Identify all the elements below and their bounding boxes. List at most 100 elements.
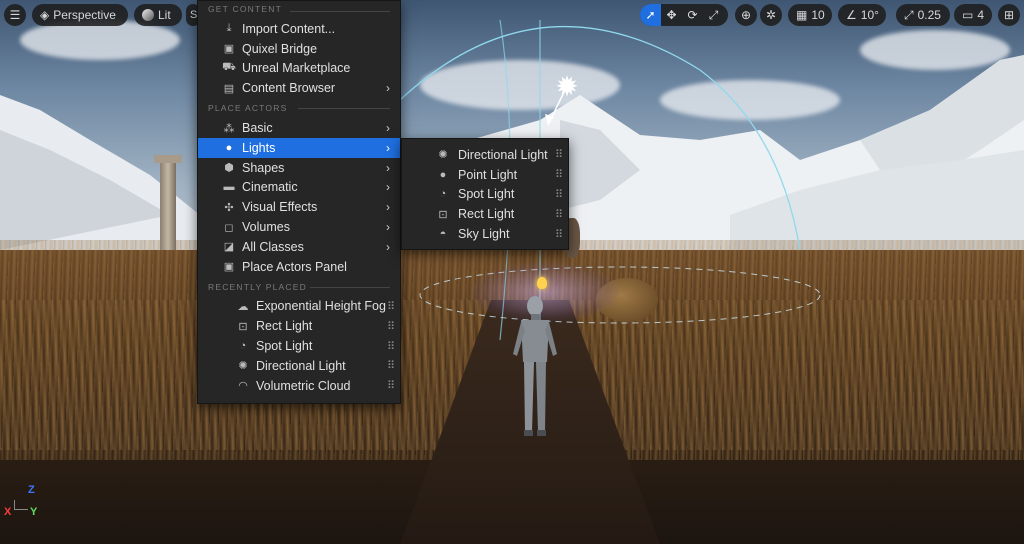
axis-indicator: Z X Y <box>4 484 44 524</box>
menu-item-cinematic[interactable]: ▬ Cinematic › <box>198 178 400 198</box>
directional-light-icon: ✺ <box>238 360 248 373</box>
angle-icon: ∠ <box>846 8 857 22</box>
x-axis-label: X <box>4 506 12 518</box>
drag-handle-icon[interactable]: ⠿ <box>555 168 563 181</box>
viewport-layout-button[interactable]: ⊞ <box>998 4 1020 26</box>
menu-item-label: Spot Light <box>458 187 515 202</box>
camera-speed-value: 4 <box>977 8 985 22</box>
menu-item-place-actors-panel[interactable]: ▣ Place Actors Panel <box>198 257 400 277</box>
menu-item-visual-effects[interactable]: ✣ Visual Effects › <box>198 197 400 217</box>
light-bulb-icon: ● <box>225 141 233 154</box>
menu-item-volumes[interactable]: ◻ Volumes › <box>198 217 400 237</box>
recent-item-spot-light[interactable]: ◔ Spot Light ⠿ <box>198 336 400 356</box>
lighting-mode-label: Lit <box>158 8 171 22</box>
lights-submenu: ✺ Directional Light ⠿ ● Point Light ⠿ ◔ … <box>401 138 569 250</box>
grid-snap-value: 10 <box>811 8 825 22</box>
volumes-icon: ◻ <box>224 221 234 234</box>
recent-item-exponential-height-fog[interactable]: ☁ Exponential Height Fog ⠿ <box>198 297 400 317</box>
rect-light-icon: ⊡ <box>238 320 248 333</box>
menu-item-label: Place Actors Panel <box>242 259 347 274</box>
directional-light-sun-icon[interactable]: ✹ <box>552 72 582 102</box>
menu-item-import-content[interactable]: ⤓ Import Content... <box>198 19 400 39</box>
grid-snap-button[interactable]: ▦ 10 <box>788 4 832 26</box>
menu-item-lights[interactable]: ● Lights › <box>198 137 400 158</box>
place-actors-header: PLACE ACTORS <box>198 98 400 118</box>
mannequin-character[interactable] <box>505 292 565 442</box>
menu-item-label: Directional Light <box>256 358 346 373</box>
surface-snapping-button[interactable]: ✲ <box>760 4 782 26</box>
scale-snap-value: 0.25 <box>917 8 941 22</box>
submenu-item-sky-light[interactable]: ◓ Sky Light ⠿ <box>402 224 568 244</box>
drag-handle-icon[interactable]: ⠿ <box>387 379 395 392</box>
light-bulb-icon[interactable] <box>537 277 547 289</box>
drag-handle-icon[interactable]: ⠿ <box>555 208 563 221</box>
drag-handle-icon[interactable]: ⠿ <box>387 359 395 372</box>
chevron-right-icon: › <box>386 200 390 215</box>
menu-item-label: Rect Light <box>458 207 515 222</box>
menu-item-basic[interactable]: ⁂ Basic › <box>198 118 400 138</box>
recent-item-volumetric-cloud[interactable]: ◠ Volumetric Cloud ⠿ <box>198 376 400 396</box>
drag-handle-icon[interactable]: ⠿ <box>387 320 395 333</box>
menu-item-label: Content Browser <box>242 81 336 96</box>
globe-icon: ⊕ <box>740 8 752 22</box>
menu-item-quixel-bridge[interactable]: ▣ Quixel Bridge <box>198 39 400 59</box>
basic-icon: ⁂ <box>223 122 235 135</box>
transform-tools-group: ➚ ✥ ⟳ ⤢ <box>640 4 728 26</box>
menu-item-label: All Classes <box>242 239 304 254</box>
submenu-item-point-light[interactable]: ● Point Light ⠿ <box>402 165 568 185</box>
rotation-snap-button[interactable]: ∠ 10° <box>838 4 886 26</box>
shapes-icon: ⬢ <box>224 162 234 175</box>
viewport-options-menu-button[interactable]: ☰ <box>4 4 26 26</box>
menu-item-label: Spot Light <box>256 339 313 354</box>
perspective-view-button[interactable]: ◈ Perspective <box>32 4 128 26</box>
menu-item-label: Rect Light <box>256 319 313 334</box>
drag-handle-icon[interactable]: ⠿ <box>387 340 395 353</box>
menu-item-label: Exponential Height Fog <box>256 299 386 314</box>
level-viewport[interactable]: ✹ Z X Y <box>0 0 1024 544</box>
submenu-item-directional-light[interactable]: ✺ Directional Light ⠿ <box>402 145 568 165</box>
menu-item-label: Sky Light <box>458 227 510 242</box>
drag-handle-icon[interactable]: ⠿ <box>555 228 563 241</box>
select-tool-button[interactable]: ➚ <box>640 4 661 26</box>
fog-icon: ☁ <box>237 300 249 313</box>
sky-light-icon: ◓ <box>439 228 447 241</box>
menu-item-content-browser[interactable]: ▤ Content Browser › <box>198 78 400 98</box>
layout-icon: ⊞ <box>1003 8 1015 22</box>
recently-placed-header: RECENTLY PLACED <box>198 277 400 297</box>
scale-snap-button[interactable]: ⤢ 0.25 <box>896 4 950 26</box>
camera-speed-button[interactable]: ▭ 4 <box>954 4 992 26</box>
drag-handle-icon[interactable]: ⠿ <box>555 148 563 161</box>
recent-item-rect-light[interactable]: ⊡ Rect Light ⠿ <box>198 316 400 336</box>
get-content-header-label: GET CONTENT <box>208 4 282 14</box>
submenu-item-spot-light[interactable]: ◔ Spot Light ⠿ <box>402 185 568 205</box>
menu-item-all-classes[interactable]: ◪ All Classes › <box>198 237 400 257</box>
chevron-right-icon: › <box>386 220 390 235</box>
chevron-right-icon: › <box>386 160 390 175</box>
submenu-item-rect-light[interactable]: ⊡ Rect Light ⠿ <box>402 204 568 224</box>
bridge-icon: ▣ <box>223 43 235 56</box>
chevron-right-icon: › <box>386 121 390 136</box>
rotation-snap-value: 10° <box>860 8 879 22</box>
cloud-icon: ◠ <box>238 380 248 393</box>
spot-light-icon: ◔ <box>439 188 447 201</box>
menu-item-label: Point Light <box>458 167 518 182</box>
scale-tool-button[interactable]: ⤢ <box>703 4 724 26</box>
menu-item-label: Visual Effects <box>242 200 318 215</box>
recent-item-directional-light[interactable]: ✺ Directional Light ⠿ <box>198 356 400 376</box>
menu-item-unreal-marketplace[interactable]: ⛟ Unreal Marketplace <box>198 59 400 79</box>
directional-light-icon: ✺ <box>438 149 448 162</box>
menu-item-label: Unreal Marketplace <box>242 61 351 76</box>
lit-sphere-icon <box>142 9 154 21</box>
drag-handle-icon[interactable]: ⠿ <box>387 300 395 313</box>
drag-handle-icon[interactable]: ⠿ <box>555 188 563 201</box>
world-space-button[interactable]: ⊕ <box>735 4 757 26</box>
scale-snap-icon: ⤢ <box>904 7 914 22</box>
menu-item-shapes[interactable]: ⬢ Shapes › <box>198 158 400 178</box>
move-tool-button[interactable]: ✥ <box>661 4 682 26</box>
camera-icon: ▭ <box>962 8 974 22</box>
rotate-tool-button[interactable]: ⟳ <box>682 4 703 26</box>
place-actors-header-label: PLACE ACTORS <box>208 103 288 114</box>
menu-item-label: Directional Light <box>458 147 548 162</box>
menu-item-label: Lights <box>242 140 276 155</box>
lit-mode-button[interactable]: Lit <box>134 4 182 26</box>
